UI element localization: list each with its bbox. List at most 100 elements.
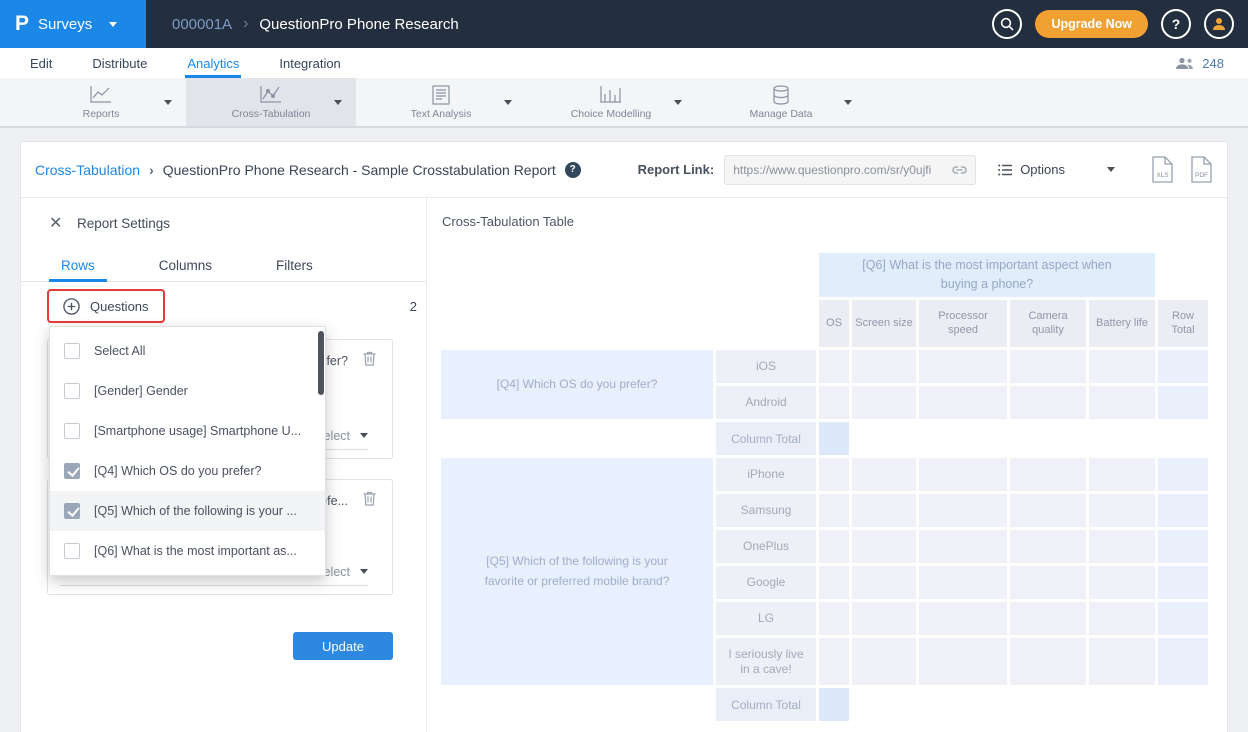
crosstab-area: Cross-Tabulation Table [Q6] What is the … bbox=[428, 198, 1227, 732]
checkbox[interactable] bbox=[64, 383, 80, 399]
chevron-down-icon bbox=[360, 569, 368, 574]
checkbox-checked[interactable] bbox=[64, 503, 80, 519]
cross-tabulation-link[interactable]: Cross-Tabulation bbox=[35, 162, 140, 178]
table-cell bbox=[1089, 386, 1155, 419]
column-header-processor-speed: Processor speed bbox=[919, 300, 1007, 347]
dropdown-item-q4[interactable]: [Q4] Which OS do you prefer? bbox=[50, 451, 325, 491]
dropdown-item-gender[interactable]: [Gender] Gender bbox=[50, 371, 325, 411]
toolbar-item-label: Reports bbox=[83, 108, 120, 120]
toolbar-item-label: Text Analysis bbox=[411, 108, 472, 120]
dropdown-item-label: [Q6] What is the most important as... bbox=[94, 544, 297, 558]
database-icon bbox=[771, 85, 791, 105]
bar-chart-icon bbox=[599, 85, 623, 105]
dropdown-item-smartphone-usage[interactable]: [Smartphone usage] Smartphone U... bbox=[50, 411, 325, 451]
table-cell bbox=[819, 530, 849, 563]
close-icon[interactable]: ✕ bbox=[49, 213, 62, 233]
trash-icon[interactable] bbox=[363, 491, 376, 506]
table-cell bbox=[1010, 350, 1086, 383]
help-badge[interactable]: ? bbox=[565, 162, 581, 178]
report-header: Cross-Tabulation › QuestionPro Phone Res… bbox=[21, 142, 1227, 198]
trash-icon[interactable] bbox=[363, 351, 376, 366]
chevron-down-icon[interactable] bbox=[504, 100, 512, 105]
chevron-down-icon[interactable] bbox=[334, 100, 342, 105]
row-header-google: Google bbox=[716, 566, 816, 599]
tab-distribute[interactable]: Distribute bbox=[90, 48, 149, 78]
checkbox[interactable] bbox=[64, 543, 80, 559]
toolbar-item-choice-modelling[interactable]: Choice Modelling bbox=[526, 78, 696, 126]
surveys-menu[interactable]: P Surveys bbox=[0, 0, 146, 48]
chevron-down-icon[interactable] bbox=[164, 100, 172, 105]
checkbox[interactable] bbox=[64, 423, 80, 439]
column-header-os: OS bbox=[819, 300, 849, 347]
account-avatar[interactable] bbox=[1204, 9, 1234, 39]
table-cell bbox=[1010, 386, 1086, 419]
export-pdf-button[interactable]: PDF bbox=[1190, 156, 1213, 183]
report-title: QuestionPro Phone Research - Sample Cros… bbox=[163, 162, 556, 178]
toolbar-item-text-analysis[interactable]: Text Analysis bbox=[356, 78, 526, 126]
checkbox[interactable] bbox=[64, 343, 80, 359]
respondent-count[interactable]: 248 bbox=[1175, 48, 1224, 78]
tab-columns[interactable]: Columns bbox=[147, 250, 224, 281]
cross-tab-chart-icon bbox=[259, 85, 283, 105]
table-cell bbox=[919, 494, 1007, 527]
row-group-label-q5: [Q5] Which of the following is your favo… bbox=[441, 458, 713, 685]
dropdown-item-label: [Gender] Gender bbox=[94, 384, 188, 398]
table-cell bbox=[919, 458, 1007, 491]
upgrade-now-button[interactable]: Upgrade Now bbox=[1035, 10, 1148, 38]
table-cell bbox=[919, 530, 1007, 563]
table-cell bbox=[919, 602, 1007, 635]
export-xls-button[interactable]: XLS bbox=[1151, 156, 1174, 183]
panel-title: Report Settings bbox=[77, 216, 170, 231]
table-cell bbox=[852, 458, 916, 491]
chevron-down-icon[interactable] bbox=[844, 100, 852, 105]
dropdown-item-select-all[interactable]: Select All bbox=[50, 331, 325, 371]
row-header-iphone: iPhone bbox=[716, 458, 816, 491]
help-button[interactable]: ? bbox=[1161, 9, 1191, 39]
toolbar-item-reports[interactable]: Reports bbox=[16, 78, 186, 126]
dropdown-item-q6[interactable]: [Q6] What is the most important as... bbox=[50, 531, 325, 571]
link-icon[interactable] bbox=[952, 166, 967, 174]
checkbox-checked[interactable] bbox=[64, 463, 80, 479]
row-header-samsung: Samsung bbox=[716, 494, 816, 527]
options-menu[interactable]: Options bbox=[998, 162, 1115, 177]
table-cell bbox=[1010, 566, 1086, 599]
plus-circle-icon bbox=[63, 298, 80, 315]
report-link-input[interactable] bbox=[733, 163, 948, 177]
toolbar-item-manage-data[interactable]: Manage Data bbox=[696, 78, 866, 126]
row-group-label-q4: [Q4] Which OS do you prefer? bbox=[441, 350, 713, 419]
column-total-cell bbox=[819, 422, 849, 455]
chevron-down-icon[interactable] bbox=[1107, 167, 1115, 172]
table-cell bbox=[1089, 566, 1155, 599]
tab-filters[interactable]: Filters bbox=[264, 250, 325, 281]
toolbar-item-label: Choice Modelling bbox=[571, 108, 652, 120]
breadcrumb-separator: › bbox=[149, 162, 154, 178]
report-link-box bbox=[724, 155, 976, 185]
row-header-lg: LG bbox=[716, 602, 816, 635]
toolbar-item-cross-tabulation[interactable]: Cross-Tabulation bbox=[186, 78, 356, 126]
tab-edit[interactable]: Edit bbox=[28, 48, 54, 78]
table-cell bbox=[919, 386, 1007, 419]
column-header-row-total: Row Total bbox=[1158, 300, 1208, 347]
tab-analytics[interactable]: Analytics bbox=[185, 48, 241, 78]
toolbar-item-label: Manage Data bbox=[749, 108, 812, 120]
breadcrumb: 000001A › QuestionPro Phone Research bbox=[172, 0, 459, 48]
search-button[interactable] bbox=[992, 9, 1022, 39]
update-button[interactable]: Update bbox=[293, 632, 393, 660]
tab-integration[interactable]: Integration bbox=[277, 48, 342, 78]
column-total-cell bbox=[819, 688, 849, 721]
row-total-cell bbox=[1158, 386, 1208, 419]
document-icon bbox=[431, 85, 451, 105]
line-chart-icon bbox=[89, 85, 113, 105]
dropdown-item-label: [Smartphone usage] Smartphone U... bbox=[94, 424, 301, 438]
questions-button-label: Questions bbox=[90, 299, 149, 314]
table-cell bbox=[1089, 530, 1155, 563]
survey-id[interactable]: 000001A bbox=[172, 16, 232, 33]
chevron-down-icon[interactable] bbox=[674, 100, 682, 105]
table-cell bbox=[1089, 458, 1155, 491]
tab-rows[interactable]: Rows bbox=[49, 250, 107, 281]
dropdown-item-q5[interactable]: [Q5] Which of the following is your ... bbox=[50, 491, 325, 531]
dropdown-item-label: [Q4] Which OS do you prefer? bbox=[94, 464, 261, 478]
xls-label: XLS bbox=[1156, 172, 1169, 179]
questions-button[interactable]: Questions bbox=[47, 289, 165, 323]
dropdown-scrollbar[interactable] bbox=[318, 331, 324, 395]
